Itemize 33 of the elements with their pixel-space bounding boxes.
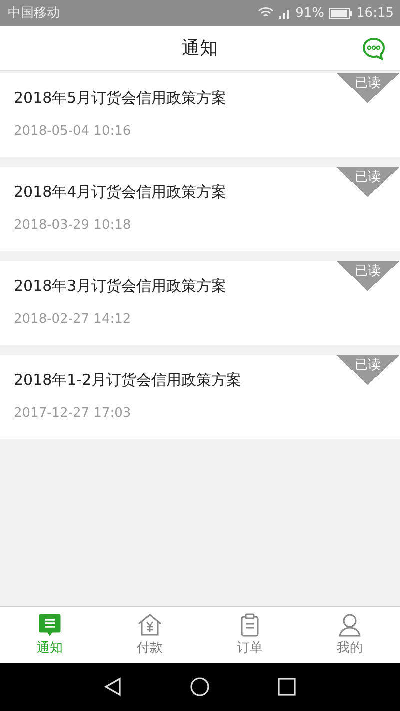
home-icon[interactable] — [190, 677, 210, 697]
carrier-name: 中国移动 — [8, 5, 60, 22]
notice-title: 2018年1-2月订货会信用政策方案 — [14, 371, 243, 390]
read-badge: 已读 — [336, 167, 400, 197]
recents-icon[interactable] — [278, 678, 296, 696]
tab-item[interactable]: 我的 — [300, 607, 400, 663]
signal-icon — [278, 7, 292, 19]
notice-card[interactable]: 2018年1-2月订货会信用政策方案 2017-12-27 17:03 已读 — [0, 355, 400, 439]
message-icon — [38, 613, 62, 637]
person-icon — [338, 613, 362, 637]
read-badge: 已读 — [336, 355, 400, 385]
notice-card[interactable]: 2018年4月订货会信用政策方案 2018-03-29 10:18 已读 — [0, 167, 400, 251]
notice-title: 2018年5月订货会信用政策方案 — [14, 89, 228, 108]
house-icon — [137, 613, 163, 637]
wifi-icon — [258, 7, 274, 19]
notice-date: 2017-12-27 17:03 — [14, 406, 132, 421]
clock-time: 16:15 — [356, 6, 394, 20]
battery-icon — [328, 8, 353, 18]
notice-title: 2018年4月订货会信用政策方案 — [14, 183, 228, 202]
notice-date: 2018-05-04 10:16 — [14, 124, 132, 139]
notice-title: 2018年3月订货会信用政策方案 — [14, 277, 228, 296]
notice-card[interactable]: 2018年5月订货会信用政策方案 2018-05-04 10:16 已读 — [0, 73, 400, 157]
notice-date: 2018-03-29 10:18 — [14, 218, 132, 233]
notice-date: 2018-02-27 14:12 — [14, 312, 132, 327]
chat-bubble-icon[interactable] — [362, 37, 386, 61]
page-title: 通知 — [182, 37, 218, 60]
tab-item[interactable]: 订单 — [200, 607, 300, 663]
read-badge: 已读 — [336, 261, 400, 291]
notice-card[interactable]: 2018年3月订货会信用政策方案 2018-02-27 14:12 已读 — [0, 261, 400, 345]
tab-item[interactable]: 付款 — [100, 607, 200, 663]
back-icon[interactable] — [104, 677, 122, 697]
read-badge: 已读 — [336, 73, 400, 103]
battery-percent: 91% — [296, 6, 325, 20]
